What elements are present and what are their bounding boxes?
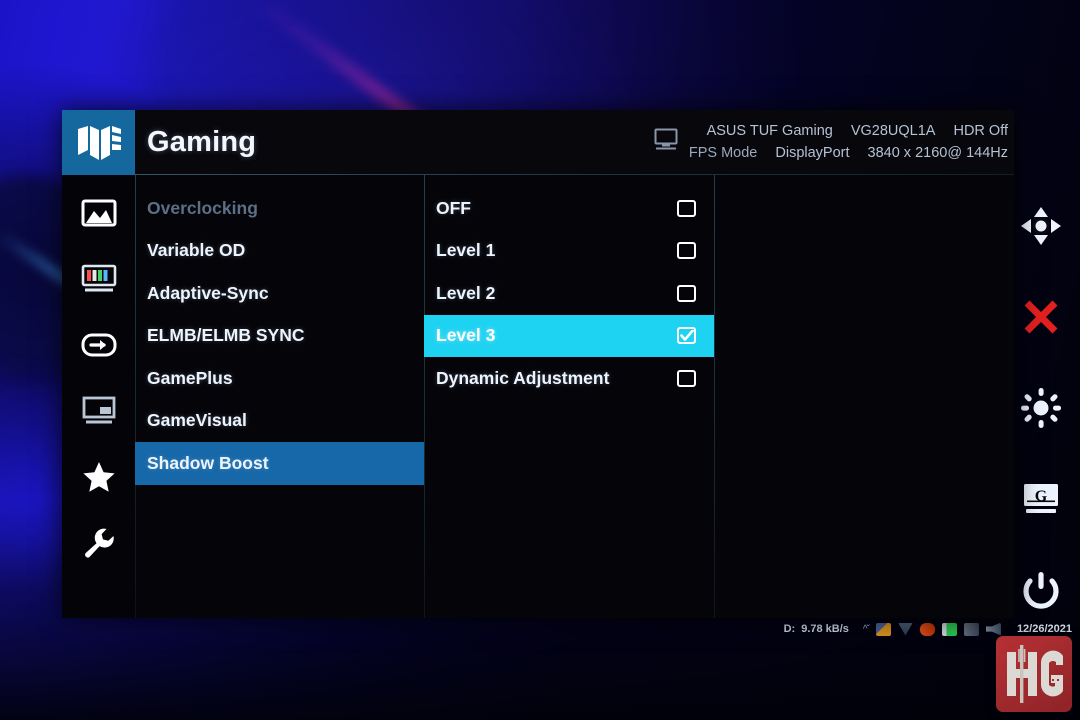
monitor-icon — [653, 127, 679, 158]
preset-mode: FPS Mode — [688, 144, 758, 161]
osd-header: Gaming ASUS TUF Gaming VG28UQL1A HDR Off — [62, 110, 1014, 175]
power-icon[interactable] — [1015, 567, 1067, 613]
submenu-item-label: OFF — [436, 197, 471, 218]
menu-item-label: ELMB/ELMB SYNC — [147, 325, 305, 346]
menu-item-adaptive-sync[interactable]: Adaptive-Sync — [135, 272, 424, 315]
osd-status-info: ASUS TUF Gaming VG28UQL1A HDR Off FPS Mo… — [256, 110, 1014, 175]
submenu-item-level-2[interactable]: Level 2 — [424, 272, 714, 315]
menu-item-gameplus[interactable]: GamePlus — [135, 357, 424, 400]
resolution-refresh: 3840 x 2160@ 144Hz — [867, 144, 1008, 161]
osd-info-text: ASUS TUF Gaming VG28UQL1A HDR Off FPS Mo… — [689, 122, 1008, 163]
taskbar-network-speed: 9.78 kB/s — [801, 623, 849, 635]
taskbar-network-meter: D: 9.78 kB/s — [784, 623, 849, 635]
battery-icon[interactable] — [941, 622, 957, 636]
screen-root: D: 9.78 kB/s ^ˇ 12/26/2021 G Gaming ASUS… — [0, 0, 1080, 720]
checkbox-unchecked-icon[interactable] — [677, 242, 696, 260]
volume-icon[interactable] — [985, 622, 1001, 636]
image-icon[interactable] — [76, 193, 122, 233]
osd-empty-column — [714, 175, 1014, 618]
submenu-item-label: Level 3 — [436, 325, 496, 346]
hg-logo-icon — [1007, 645, 1063, 703]
navigation-joystick-icon[interactable] — [1015, 203, 1067, 249]
osd-columns: Overclocking Variable OD Adaptive-Sync E… — [135, 175, 1014, 618]
osd-category-rail — [62, 175, 135, 618]
menu-item-label: Overclocking — [147, 197, 258, 218]
checkbox-unchecked-icon[interactable] — [677, 284, 696, 302]
page-title: Gaming — [147, 126, 257, 158]
submenu-item-label: Level 2 — [436, 282, 496, 303]
menu-item-label: GameVisual — [147, 410, 247, 431]
svg-text:G: G — [1035, 488, 1048, 505]
taskbar-tray-icons[interactable]: ^ˇ — [863, 622, 1001, 636]
hdr-status: HDR Off — [953, 122, 1008, 139]
column-divider-2 — [714, 175, 715, 618]
flame-icon[interactable] — [919, 622, 935, 636]
osd-submenu-column: OFF Level 1 Level 2 Level 3 Dynamic Adju… — [424, 175, 714, 618]
brightness-icon[interactable] — [1015, 385, 1067, 431]
osd-info-line-2: FPS Mode DisplayPort 3840 x 2160@ 144Hz — [689, 144, 1008, 164]
checkbox-unchecked-icon[interactable] — [677, 199, 696, 217]
menu-item-gamevisual[interactable]: GameVisual — [135, 400, 424, 443]
menu-item-variable-od[interactable]: Variable OD — [135, 230, 424, 273]
menu-item-overclocking: Overclocking — [135, 187, 424, 230]
osd-panel: Gaming ASUS TUF Gaming VG28UQL1A HDR Off — [62, 110, 1014, 618]
osd-info-line-1: ASUS TUF Gaming VG28UQL1A HDR Off — [707, 122, 1008, 142]
chevron-up-icon[interactable]: ^ˇ — [863, 624, 870, 635]
menu-item-label: Adaptive-Sync — [147, 282, 269, 303]
tuf-gaming-logo-icon — [62, 110, 135, 175]
system-setup-wrench-icon[interactable] — [76, 523, 122, 563]
submenu-item-off[interactable]: OFF — [424, 187, 714, 230]
gamevisual-g-icon[interactable]: G — [1015, 476, 1067, 522]
submenu-item-level-1[interactable]: Level 1 — [424, 230, 714, 273]
submenu-item-level-3[interactable]: Level 3 — [424, 314, 714, 357]
menu-item-label: Shadow Boost — [147, 452, 269, 473]
menu-item-elmb-sync[interactable]: ELMB/ELMB SYNC — [135, 315, 424, 358]
monitor-model: VG28UQL1A — [850, 122, 936, 139]
download-icon[interactable] — [897, 622, 913, 636]
checkbox-unchecked-icon[interactable] — [677, 369, 696, 387]
input-select-icon[interactable] — [76, 325, 122, 365]
submenu-item-label: Dynamic Adjustment — [436, 367, 610, 388]
menu-item-label: Variable OD — [147, 240, 246, 261]
signal-icon[interactable] — [963, 622, 979, 636]
checkbox-checked-icon[interactable] — [677, 327, 696, 345]
color-icon[interactable] — [76, 259, 122, 299]
myfavorite-star-icon[interactable] — [76, 457, 122, 497]
osd-body: Overclocking Variable OD Adaptive-Sync E… — [62, 175, 1014, 618]
submenu-item-dynamic-adjustment[interactable]: Dynamic Adjustment — [424, 357, 714, 400]
menu-item-label: GamePlus — [147, 367, 233, 388]
taskbar-drive-label: D: — [783, 623, 796, 635]
monitor-brand: ASUS TUF Gaming — [706, 122, 833, 139]
close-icon[interactable] — [1015, 294, 1067, 340]
pip-pbp-icon[interactable] — [76, 391, 122, 431]
submenu-item-label: Level 1 — [436, 240, 496, 261]
folder-icon[interactable] — [875, 622, 891, 636]
menu-item-shadow-boost[interactable]: Shadow Boost — [135, 442, 424, 485]
input-source: DisplayPort — [775, 144, 850, 161]
osd-menu-column: Overclocking Variable OD Adaptive-Sync E… — [135, 175, 424, 618]
